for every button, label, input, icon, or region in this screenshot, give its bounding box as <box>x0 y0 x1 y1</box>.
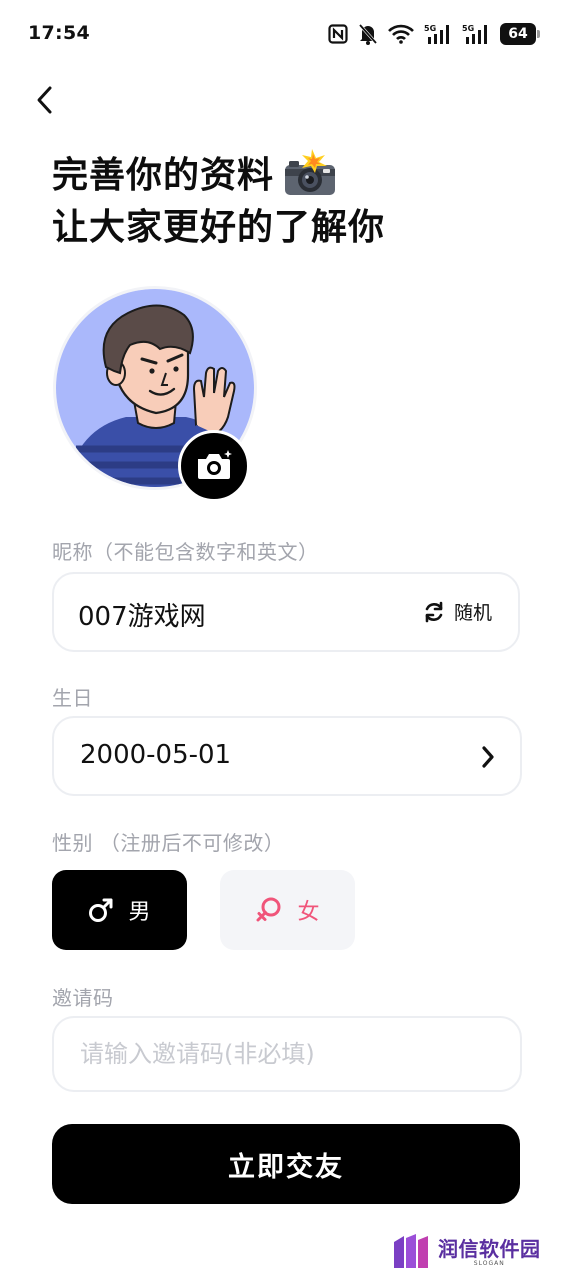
page-title: 完善你的资料 让大家更好的了解你 <box>52 149 386 254</box>
invite-label: 邀请码 <box>52 986 114 1010</box>
battery-icon: 64 <box>500 23 540 45</box>
title-line-2: 让大家更好的了解你 <box>52 207 386 248</box>
back-button[interactable] <box>28 82 60 118</box>
signal-5g-2-icon: 5G <box>462 23 490 45</box>
status-bar: 17:54 5G 5G 64 <box>0 0 572 66</box>
random-nickname-button[interactable]: 随机 <box>422 598 492 625</box>
status-icons: 5G 5G 64 <box>328 20 540 48</box>
submit-button[interactable]: 立即交友 <box>52 1124 520 1204</box>
nickname-label: 昵称（不能包含数字和英文） <box>52 540 319 564</box>
status-time: 17:54 <box>28 22 90 44</box>
random-label: 随机 <box>453 602 492 624</box>
svg-text:5G: 5G <box>462 24 474 33</box>
birthday-label: 生日 <box>52 686 93 710</box>
watermark-icon <box>394 1234 428 1268</box>
wifi-icon <box>388 24 414 44</box>
birthday-field[interactable]: 2000-05-01 <box>52 716 522 796</box>
avatar-camera-button[interactable] <box>178 430 250 502</box>
watermark-sub: SLOGAN <box>473 1259 505 1267</box>
chevron-right-icon <box>482 746 494 768</box>
bell-muted-icon <box>358 23 378 45</box>
svg-text:5G: 5G <box>424 24 436 33</box>
watermark-logo: 润信软件园 SLOGAN <box>392 1234 541 1270</box>
gender-male-button[interactable]: 男 <box>52 870 187 950</box>
watermark-text: 润信软件园 <box>438 1236 541 1261</box>
camera-flash-emoji <box>282 149 338 197</box>
nickname-field[interactable]: 007游戏网 随机 <box>52 572 520 652</box>
invite-code-input[interactable] <box>52 1016 522 1092</box>
refresh-icon <box>425 601 443 622</box>
signal-5g-1-icon: 5G <box>424 23 452 45</box>
gender-female-button[interactable]: 女 <box>220 870 355 950</box>
male-icon <box>89 898 113 922</box>
female-icon <box>256 897 281 922</box>
chevron-left-icon <box>37 86 52 114</box>
gender-female-label: 女 <box>297 900 320 925</box>
title-line-1: 完善你的资料 <box>52 155 275 196</box>
gender-label: 性别 （注册后不可修改） <box>52 831 285 855</box>
nickname-value: 007游戏网 <box>78 602 206 632</box>
gender-male-label: 男 <box>128 900 151 925</box>
nfc-icon <box>328 24 348 44</box>
birthday-value: 2000-05-01 <box>80 740 232 770</box>
camera-icon <box>198 450 232 479</box>
